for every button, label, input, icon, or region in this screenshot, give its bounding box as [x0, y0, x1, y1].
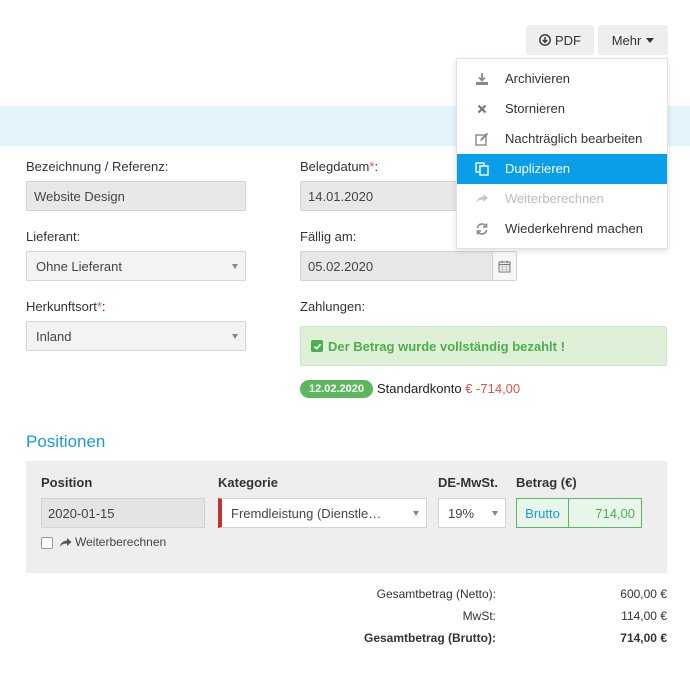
payment-account: Standardkonto € -714,00 [377, 381, 520, 396]
zahlungen-label: Zahlungen: [300, 299, 366, 314]
kategorie-select[interactable]: Fremdleistung (Dienstle… [218, 498, 427, 528]
lieferant-label: Lieferant: [26, 229, 81, 244]
faellig-value: 05.02.2020 [308, 258, 374, 274]
weiterberechnen-label: Weiterberechnen [75, 535, 167, 549]
payment-alert-text: Der Betrag wurde vollständig bezahlt ! [328, 338, 565, 354]
brutto-value: 714,00 € [620, 631, 667, 645]
pdf-button-label: PDF [555, 32, 581, 48]
lieferant-select[interactable]: Ohne Lieferant [26, 251, 246, 281]
more-button[interactable]: Mehr [598, 25, 668, 55]
weiterberechnen-checkbox[interactable] [41, 537, 53, 549]
positions-title: Positionen [26, 432, 106, 451]
mwst-value: 19% [448, 505, 475, 521]
header-kategorie: Kategorie [218, 475, 278, 490]
menu-item-label: Wiederkehrend machen [505, 221, 644, 236]
brutto-label: Gesamtbetrag (Brutto): [363, 631, 496, 645]
close-icon [477, 104, 487, 114]
menu-item-duplizieren[interactable]: Duplizieren [457, 154, 667, 184]
position-input[interactable]: 2020-01-15 [41, 498, 205, 528]
payment-date-badge: 12.02.2020 [300, 380, 373, 398]
bezeichnung-label: Bezeichnung / Referenz: [26, 159, 169, 174]
header-position: Position [41, 475, 93, 490]
mwst-total-value: 114,00 € [621, 609, 667, 623]
payment-amount: € -714,00 [465, 381, 521, 396]
payment-alert: Der Betrag wurde vollständig bezahlt ! [300, 326, 667, 366]
header-betrag: Betrag (€) [516, 475, 577, 490]
netto-value: 600,00 € [620, 587, 667, 601]
menu-item-nachtraeglich-bearbeiten[interactable]: Nachträglich bearbeiten [457, 124, 667, 154]
faellig-label: Fällig am: [300, 229, 357, 244]
betrag-input-group: Brutto 714,00 [516, 498, 642, 528]
share-icon [476, 194, 488, 203]
bezeichnung-input[interactable]: Website Design [26, 181, 246, 211]
herkunft-select[interactable]: Inland [26, 321, 246, 351]
chevron-down-icon [232, 334, 238, 339]
menu-item-archivieren[interactable]: Archivieren [457, 64, 667, 94]
belegdatum-value: 14.01.2020 [308, 188, 374, 204]
mwst-select[interactable]: 19% [438, 498, 506, 528]
menu-item-label: Duplizieren [505, 161, 571, 176]
herkunft-value: Inland [36, 328, 72, 344]
menu-item-stornieren[interactable]: Stornieren [457, 94, 667, 124]
menu-item-label: Weiterberechnen [505, 191, 604, 206]
share-icon [59, 537, 72, 547]
menu-item-label: Stornieren [505, 101, 565, 116]
check-square-icon [311, 340, 323, 352]
caret-down-icon [646, 37, 655, 43]
more-dropdown-menu: Archivieren Stornieren Nachträglich bear… [456, 58, 668, 249]
brutto-toggle[interactable]: Brutto [517, 499, 569, 527]
lieferant-value: Ohne Lieferant [36, 258, 123, 274]
edit-icon [475, 132, 489, 146]
pdf-button[interactable]: PDF [526, 25, 594, 55]
refresh-icon [476, 223, 488, 235]
belegdatum-label: Belegdatum*: [300, 159, 379, 174]
chevron-down-icon [413, 511, 419, 516]
calendar-icon[interactable] [492, 252, 516, 280]
herkunft-label: Herkunftsort*: [26, 299, 106, 314]
payment-account-name: Standardkonto [377, 381, 462, 396]
download-icon [476, 73, 488, 85]
netto-label: Gesamtbetrag (Netto): [376, 587, 496, 601]
position-value: 2020-01-15 [48, 505, 115, 521]
chevron-down-icon [492, 511, 498, 516]
bezeichnung-value: Website Design [34, 188, 125, 204]
mwst-total-label: MwSt: [462, 609, 496, 623]
kategorie-value: Fremdleistung (Dienstle… [231, 505, 382, 521]
copy-icon [475, 162, 489, 176]
more-button-label: Mehr [611, 32, 642, 48]
weiterberechnen-option[interactable]: Weiterberechnen [59, 535, 166, 549]
header-mwst: DE-MwSt. [438, 475, 498, 490]
menu-item-weiterberechnen[interactable]: Weiterberechnen [457, 184, 667, 214]
menu-item-label: Archivieren [505, 71, 571, 86]
menu-item-wiederkehrend[interactable]: Wiederkehrend machen [457, 214, 667, 244]
menu-item-label: Nachträglich bearbeiten [505, 131, 643, 146]
faellig-input[interactable]: 05.02.2020 [300, 251, 517, 281]
chevron-down-icon [232, 264, 238, 269]
betrag-input[interactable]: 714,00 [569, 499, 641, 527]
download-circle-icon [539, 34, 551, 46]
